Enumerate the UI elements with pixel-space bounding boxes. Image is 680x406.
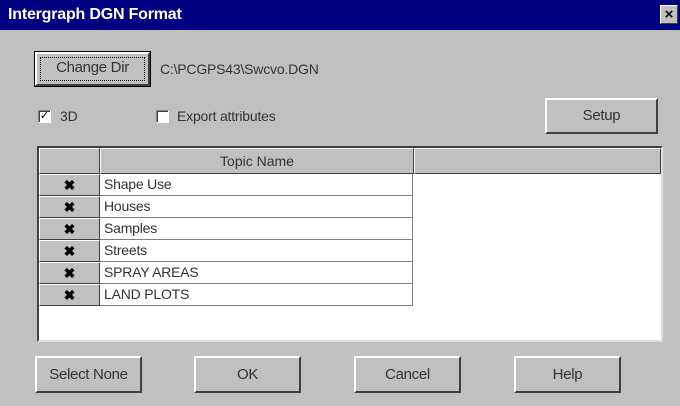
three-d-label: 3D bbox=[60, 108, 78, 124]
help-label: Help bbox=[552, 366, 583, 383]
x-check-icon: ✖ bbox=[63, 221, 76, 237]
export-attributes-label: Export attributes bbox=[177, 108, 276, 124]
x-check-icon: ✖ bbox=[63, 243, 76, 259]
select-none-button[interactable]: Select None bbox=[35, 356, 142, 393]
close-button[interactable]: × bbox=[660, 5, 678, 24]
export-attributes-checkbox[interactable] bbox=[156, 110, 169, 123]
cancel-label: Cancel bbox=[385, 366, 430, 383]
focus-rect bbox=[40, 57, 145, 81]
x-check-icon: ✖ bbox=[63, 287, 76, 303]
x-check-icon: ✖ bbox=[63, 177, 76, 193]
grid-corner-header bbox=[39, 148, 100, 174]
cancel-button[interactable]: Cancel bbox=[354, 356, 461, 393]
ok-label: OK bbox=[236, 366, 259, 383]
title-bar[interactable]: Intergraph DGN Format × bbox=[0, 0, 680, 30]
grid-empty-header bbox=[414, 148, 661, 174]
setup-label: Setup bbox=[582, 107, 621, 124]
table-row[interactable]: Streets bbox=[100, 240, 413, 262]
row-checkbox[interactable]: ✖ bbox=[39, 196, 100, 218]
row-checkbox[interactable]: ✖ bbox=[39, 262, 100, 284]
three-d-checkbox[interactable]: ✓ bbox=[38, 110, 51, 123]
table-row[interactable]: Shape Use bbox=[100, 174, 413, 196]
table-row[interactable]: LAND PLOTS bbox=[100, 284, 413, 306]
help-button[interactable]: Help bbox=[514, 356, 621, 393]
ok-button[interactable]: OK bbox=[194, 356, 301, 393]
row-checkbox[interactable]: ✖ bbox=[39, 218, 100, 240]
close-icon: × bbox=[664, 6, 674, 23]
intergraph-dgn-dialog: Intergraph DGN Format × Change Dir C:\PC… bbox=[0, 0, 680, 406]
row-checkbox[interactable]: ✖ bbox=[39, 284, 100, 306]
select-none-label: Select None bbox=[49, 366, 128, 383]
file-path: C:\PCGPS43\Swcvo.DGN bbox=[160, 61, 319, 77]
change-dir-button[interactable]: Change Dir bbox=[34, 51, 151, 87]
row-checkbox[interactable]: ✖ bbox=[39, 174, 100, 196]
window-title: Intergraph DGN Format bbox=[8, 6, 182, 23]
column-header-topic-name[interactable]: Topic Name bbox=[100, 148, 414, 174]
x-check-icon: ✖ bbox=[63, 265, 76, 281]
x-check-icon: ✖ bbox=[63, 199, 76, 215]
setup-button[interactable]: Setup bbox=[545, 98, 658, 134]
topic-grid[interactable]: Topic Name ✖ Shape Use ✖ Houses ✖ Sample… bbox=[37, 146, 663, 342]
table-row[interactable]: Samples bbox=[100, 218, 413, 240]
row-checkbox[interactable]: ✖ bbox=[39, 240, 100, 262]
table-row[interactable]: Houses bbox=[100, 196, 413, 218]
table-row[interactable]: SPRAY AREAS bbox=[100, 262, 413, 284]
check-icon: ✓ bbox=[39, 110, 50, 122]
